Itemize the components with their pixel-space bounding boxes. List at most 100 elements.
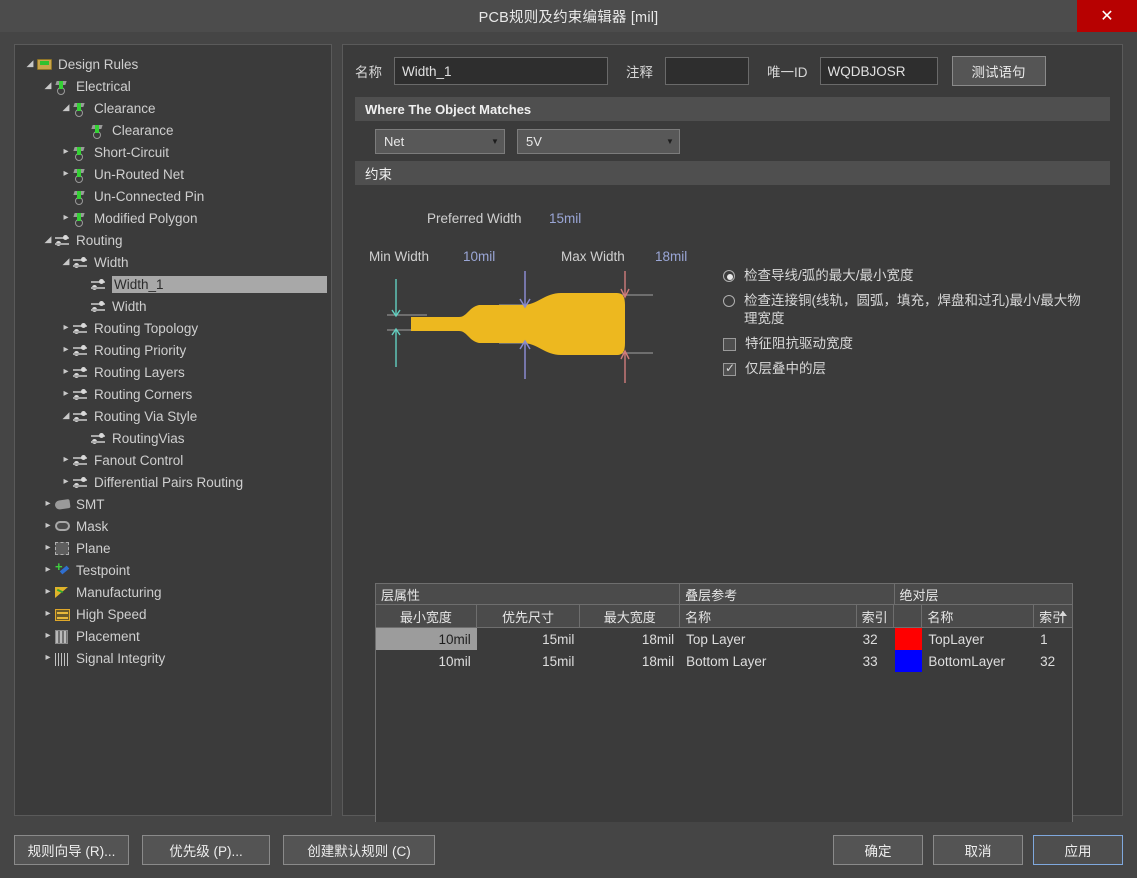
radio-option-1[interactable]: 检查连接铜(线轨，圆弧，填充，焊盘和过孔)最小/最大物理宽度: [723, 292, 1093, 328]
radio-icon[interactable]: [723, 295, 735, 307]
create-default-rules-button[interactable]: 创建默认规则 (C): [283, 835, 435, 865]
tree-item-short-circuit[interactable]: Short-Circuit: [15, 141, 331, 163]
chevron-right-icon[interactable]: [59, 169, 73, 179]
cancel-button[interactable]: 取消: [933, 835, 1023, 865]
name-input[interactable]: [394, 57, 608, 85]
radio-icon[interactable]: [723, 270, 735, 282]
min-width-value[interactable]: 10mil: [463, 249, 495, 264]
cell-layer-color[interactable]: [894, 628, 923, 650]
table-rows[interactable]: 10mil 15mil 18mil Top Layer 32 TopLayer 1 10mil…: [376, 628, 1072, 672]
chevron-right-icon[interactable]: [59, 323, 73, 333]
apply-button[interactable]: 应用: [1033, 835, 1123, 865]
rule-wizard-button[interactable]: 规则向导 (R)...: [14, 835, 129, 865]
table-column-header-5[interactable]: [894, 605, 923, 627]
net-select[interactable]: 5V: [517, 128, 680, 154]
table-column-header-6[interactable]: 名称: [922, 605, 1035, 627]
tree-item-design-rules[interactable]: Design Rules: [15, 53, 331, 75]
tree-item-clearance[interactable]: Clearance: [15, 97, 331, 119]
cell-stack-index[interactable]: 32: [857, 628, 895, 650]
tree-item-differential-pairs-routing[interactable]: Differential Pairs Routing: [15, 471, 331, 493]
checkbox-icon[interactable]: [723, 361, 736, 376]
tree-item-modified-polygon[interactable]: Modified Polygon: [15, 207, 331, 229]
cell-absolute-name[interactable]: BottomLayer: [922, 650, 1034, 672]
tree-item-smt[interactable]: SMT: [15, 493, 331, 515]
checkbox-icon[interactable]: [723, 338, 736, 351]
cell-min-width[interactable]: 10mil: [376, 650, 477, 672]
tree-item-signal-integrity[interactable]: Signal Integrity: [15, 647, 331, 669]
chevron-right-icon[interactable]: [41, 609, 55, 619]
tree-item-width[interactable]: Width: [15, 295, 331, 317]
table-column-header-2[interactable]: 最大宽度: [580, 605, 681, 627]
cell-absolute-index[interactable]: 32: [1034, 650, 1072, 672]
cell-preferred-width[interactable]: 15mil: [477, 628, 581, 650]
chevron-right-icon[interactable]: [59, 367, 73, 377]
tree-item-clearance[interactable]: Clearance: [15, 119, 331, 141]
chevron-right-icon[interactable]: [41, 587, 55, 597]
checkbox-option-2[interactable]: 特征阻抗驱动宽度: [723, 335, 1093, 353]
tree-item-manufacturing[interactable]: Manufacturing: [15, 581, 331, 603]
chevron-down-icon[interactable]: [41, 236, 55, 245]
checkbox-option-3[interactable]: 仅层叠中的层: [723, 360, 1093, 378]
max-width-value[interactable]: 18mil: [655, 249, 687, 264]
tree-item-routing-via-style[interactable]: Routing Via Style: [15, 405, 331, 427]
chevron-right-icon[interactable]: [41, 521, 55, 531]
close-icon[interactable]: ✕: [1077, 0, 1137, 32]
table-column-header-4[interactable]: 索引: [857, 605, 895, 627]
chevron-right-icon[interactable]: [59, 345, 73, 355]
chevron-down-icon[interactable]: [59, 258, 73, 267]
chevron-right-icon[interactable]: [41, 565, 55, 575]
scope-select[interactable]: Net: [375, 128, 505, 154]
table-row[interactable]: 10mil 15mil 18mil Bottom Layer 33 BottomLayer…: [376, 650, 1072, 672]
tree-item-routingvias[interactable]: RoutingVias: [15, 427, 331, 449]
tree-item-placement[interactable]: Placement: [15, 625, 331, 647]
tree-item-width[interactable]: Width: [15, 251, 331, 273]
tree-item-routing-corners[interactable]: Routing Corners: [15, 383, 331, 405]
cell-absolute-name[interactable]: TopLayer: [922, 628, 1034, 650]
preferred-width-value[interactable]: 15mil: [549, 211, 581, 226]
ok-button[interactable]: 确定: [833, 835, 923, 865]
cell-preferred-width[interactable]: 15mil: [477, 650, 581, 672]
cell-stack-name[interactable]: Bottom Layer: [680, 650, 856, 672]
cell-layer-color[interactable]: [894, 650, 923, 672]
cell-min-width[interactable]: 10mil: [376, 628, 477, 650]
priorities-button[interactable]: 优先级 (P)...: [142, 835, 270, 865]
tree-item-high-speed[interactable]: High Speed: [15, 603, 331, 625]
radio-option-0[interactable]: 检查导线/弧的最大/最小宽度: [723, 267, 1093, 285]
cell-stack-index[interactable]: 33: [857, 650, 895, 672]
tree-item-routing-topology[interactable]: Routing Topology: [15, 317, 331, 339]
tree-item-routing-layers[interactable]: Routing Layers: [15, 361, 331, 383]
cell-stack-name[interactable]: Top Layer: [680, 628, 856, 650]
chevron-right-icon[interactable]: [41, 631, 55, 641]
table-column-header-3[interactable]: 名称: [680, 605, 857, 627]
comment-input[interactable]: [665, 57, 749, 85]
chevron-right-icon[interactable]: [59, 455, 73, 465]
tree-item-fanout-control[interactable]: Fanout Control: [15, 449, 331, 471]
unique-id-input[interactable]: [819, 57, 938, 85]
table-column-header[interactable]: 最小宽度 优先尺寸 最大宽度 名称 索引 名称 索引: [376, 605, 1072, 628]
cell-max-width[interactable]: 18mil: [580, 628, 680, 650]
chevron-down-icon[interactable]: [41, 82, 55, 91]
cell-absolute-index[interactable]: 1: [1034, 628, 1072, 650]
tree-item-width-1[interactable]: Width_1: [15, 273, 331, 295]
chevron-down-icon[interactable]: [23, 60, 37, 69]
chevron-right-icon[interactable]: [41, 543, 55, 553]
tree-item-plane[interactable]: Plane: [15, 537, 331, 559]
tree-item-routing[interactable]: Routing: [15, 229, 331, 251]
chevron-right-icon[interactable]: [41, 653, 55, 663]
tree-item-testpoint[interactable]: Testpoint: [15, 559, 331, 581]
cell-max-width[interactable]: 18mil: [580, 650, 680, 672]
chevron-right-icon[interactable]: [59, 477, 73, 487]
tree-item-mask[interactable]: Mask: [15, 515, 331, 537]
tree-item-un-routed-net[interactable]: Un-Routed Net: [15, 163, 331, 185]
table-column-header-7[interactable]: 索引: [1034, 605, 1072, 627]
table-row[interactable]: 10mil 15mil 18mil Top Layer 32 TopLayer 1: [376, 628, 1072, 650]
chevron-right-icon[interactable]: [41, 499, 55, 509]
chevron-right-icon[interactable]: [59, 213, 73, 223]
tree-item-routing-priority[interactable]: Routing Priority: [15, 339, 331, 361]
design-rules-tree[interactable]: Design Rules Electrical Clearance Clearance…: [14, 44, 332, 816]
table-column-header-0[interactable]: 最小宽度: [376, 605, 477, 627]
chevron-down-icon[interactable]: [59, 412, 73, 421]
table-column-header-1[interactable]: 优先尺寸: [477, 605, 581, 627]
chevron-right-icon[interactable]: [59, 389, 73, 399]
tree-item-electrical[interactable]: Electrical: [15, 75, 331, 97]
